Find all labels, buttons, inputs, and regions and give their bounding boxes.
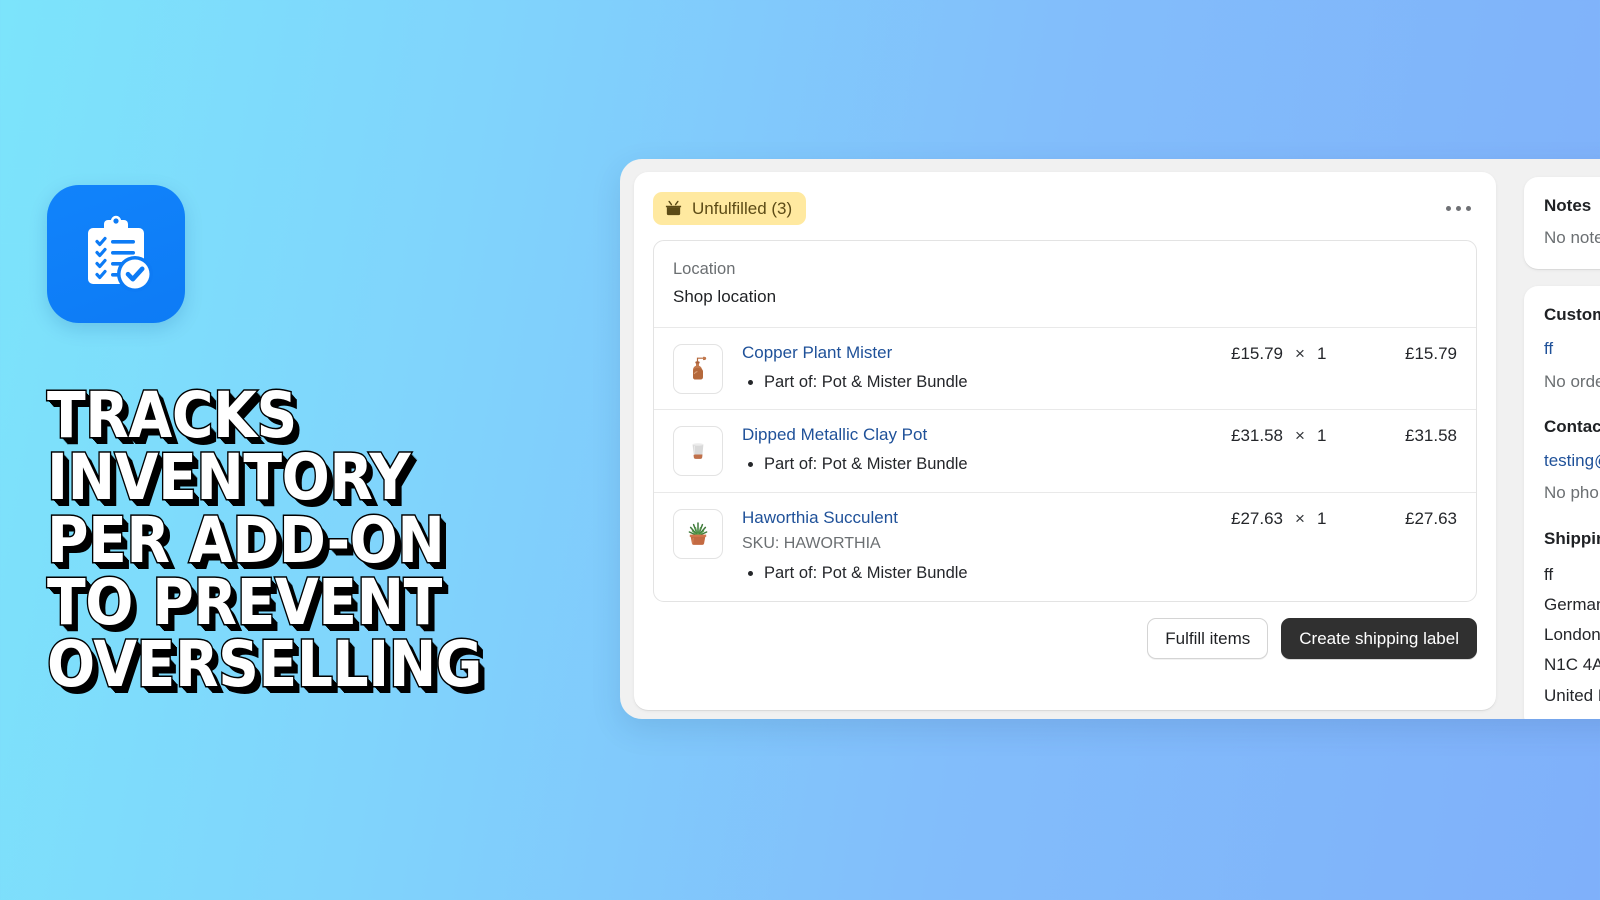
customer-orders: No orders <box>1544 371 1600 391</box>
shipping-address-line: N1C 4AB <box>1544 655 1600 675</box>
clay-pot-thumb <box>681 434 715 468</box>
shipping-address-heading: Shipping address <box>1544 528 1600 548</box>
line-item-bullets: Part of: Pot & Mister Bundle <box>742 371 1219 395</box>
line-item-title[interactable]: Copper Plant Mister <box>742 342 892 363</box>
customer-name-link[interactable]: ff <box>1544 336 1600 362</box>
customer-phone: No phone number <box>1544 483 1600 503</box>
promo-panel: TRACKS INVENTORY PER ADD-ON TO PREVENT O… <box>46 185 607 702</box>
shipping-address-line: London <box>1544 625 1600 645</box>
line-item-total: £27.63 <box>1405 508 1457 528</box>
line-item-pricing: £27.63 × 1 <box>1219 507 1339 529</box>
line-item-title[interactable]: Dipped Metallic Clay Pot <box>742 424 927 445</box>
line-item-bullet: Part of: Pot & Mister Bundle <box>764 562 1219 586</box>
customer-heading: Customer <box>1544 305 1600 325</box>
line-item-bullets: Part of: Pot & Mister Bundle <box>742 453 1219 477</box>
product-thumbnail[interactable] <box>673 508 723 559</box>
unfulfilled-package-icon <box>664 199 683 218</box>
line-item-quantity: 1 <box>1317 508 1327 528</box>
kebab-dot <box>1466 205 1471 211</box>
contact-information-heading: Contact information <box>1544 417 1600 437</box>
location-label: Location <box>673 260 736 278</box>
line-item: Haworthia Succulent SKU: HAWORTHIA Part … <box>654 493 1476 601</box>
line-item-unit-price: £15.79 <box>1231 344 1283 364</box>
notes-card: Notes No notes from customer <box>1524 177 1600 270</box>
notes-heading: Notes <box>1544 196 1592 215</box>
succulent-thumb <box>681 517 715 551</box>
location-section: Location Shop location <box>654 241 1476 329</box>
line-item-bullets: Part of: Pot & Mister Bundle <box>742 562 1219 586</box>
more-options-button[interactable] <box>1440 198 1477 219</box>
product-thumbnail[interactable] <box>673 426 723 477</box>
copper-mister-thumb <box>681 352 715 386</box>
shipping-address-line: ff <box>1544 564 1554 584</box>
app-icon <box>47 185 185 323</box>
line-item-unit-price: £31.58 <box>1231 426 1283 446</box>
customer-card: Customer ff No orders Contact informatio… <box>1524 286 1600 719</box>
multiply-symbol: × <box>1295 426 1305 446</box>
line-item-total: £31.58 <box>1405 426 1457 446</box>
line-item: Dipped Metallic Clay Pot Part of: Pot & … <box>654 410 1476 493</box>
line-item-bullet: Part of: Pot & Mister Bundle <box>764 371 1219 395</box>
line-item-quantity: 1 <box>1317 344 1327 364</box>
line-item-pricing: £15.79 × 1 <box>1219 342 1339 364</box>
line-item: Copper Plant Mister Part of: Pot & Miste… <box>654 328 1476 411</box>
app-surface: Unfulfilled (3) Location Shop location C… <box>620 159 1600 719</box>
line-item-sku: SKU: HAWORTHIA <box>742 534 881 552</box>
shipping-address-line: United Kingdom <box>1544 685 1600 705</box>
card-actions: Fulfill items Create shipping label <box>653 617 1477 660</box>
line-item-quantity: 1 <box>1317 426 1327 446</box>
line-item-bullet: Part of: Pot & Mister Bundle <box>764 453 1219 477</box>
status-badge[interactable]: Unfulfilled (3) <box>653 191 807 225</box>
clipboard-check-icon <box>73 211 159 297</box>
create-shipping-label-button[interactable]: Create shipping label <box>1281 617 1477 660</box>
location-value: Shop location <box>673 286 777 306</box>
status-badge-label: Unfulfilled (3) <box>692 198 793 218</box>
product-thumbnail[interactable] <box>673 344 723 395</box>
multiply-symbol: × <box>1295 508 1305 528</box>
notes-body: No notes from customer <box>1544 227 1600 247</box>
line-items-box: Location Shop location Copper Plant Mist… <box>653 240 1477 602</box>
order-sidebar: Notes No notes from customer Customer ff… <box>1524 172 1600 719</box>
fulfillment-card-header: Unfulfilled (3) <box>653 190 1477 226</box>
line-item-unit-price: £27.63 <box>1231 508 1283 528</box>
kebab-dot <box>1446 205 1451 211</box>
line-item-total: £15.79 <box>1405 344 1457 364</box>
kebab-dot <box>1456 205 1461 211</box>
fulfill-items-button[interactable]: Fulfill items <box>1147 617 1269 660</box>
customer-email-link[interactable]: testing@example.com <box>1544 448 1600 474</box>
promo-headline: TRACKS INVENTORY PER ADD-ON TO PREVENT O… <box>46 379 484 702</box>
multiply-symbol: × <box>1295 344 1305 364</box>
shipping-address-line: German Street <box>1544 594 1600 614</box>
line-item-title[interactable]: Haworthia Succulent <box>742 507 898 528</box>
line-item-pricing: £31.58 × 1 <box>1219 424 1339 446</box>
fulfillment-card: Unfulfilled (3) Location Shop location C… <box>634 172 1496 710</box>
